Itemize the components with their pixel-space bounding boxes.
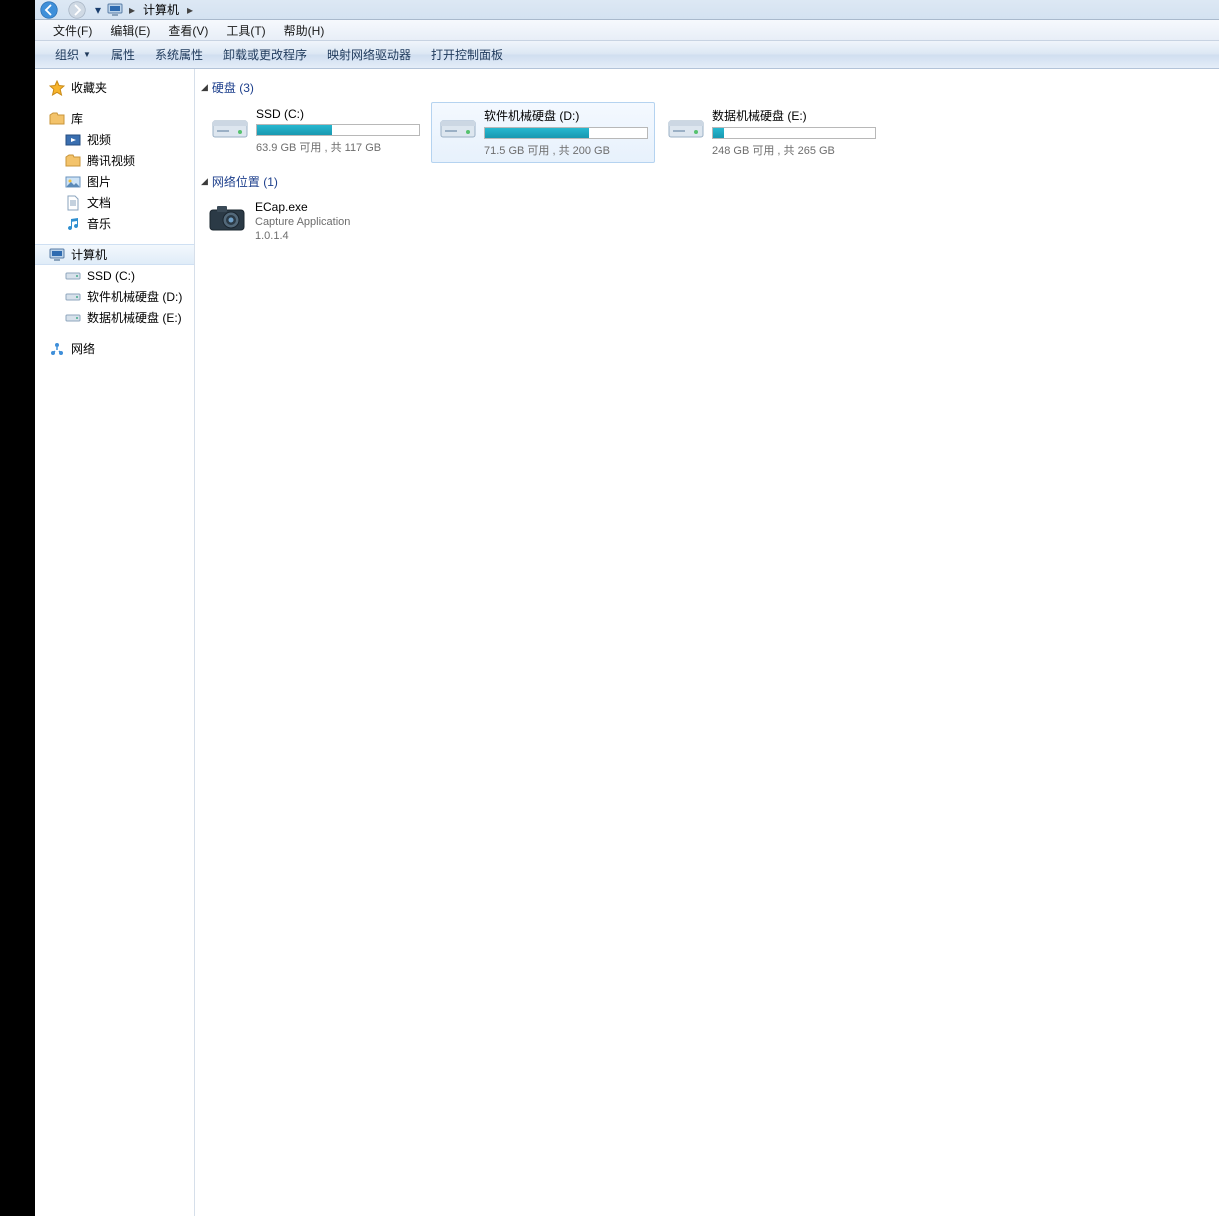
caret-down-icon: ▼ [83,50,91,59]
drive-icon [65,310,81,326]
nav-strip: ▾ ▸ 计算机 ▸ [35,0,1219,20]
network-items-list: ECap.exe Capture Application 1.0.1.4 [199,196,1215,246]
open-control-panel-button[interactable]: 打开控制面板 [421,42,513,67]
drive-item[interactable]: 软件机械硬盘 (D:) 71.5 GB 可用 , 共 200 GB [431,102,655,163]
menu-help[interactable]: 帮助(H) [276,20,333,41]
sidebar-item-drive-d[interactable]: 软件机械硬盘 (D:) [35,286,194,307]
chevron-right-icon[interactable]: ▸ [183,3,197,17]
properties-button[interactable]: 属性 [101,42,145,67]
organize-label: 组织 [55,46,79,63]
chevron-right-icon[interactable]: ▸ [125,3,139,17]
drive-icon [438,107,478,147]
sidebar-favorites-label: 收藏夹 [71,79,107,96]
menu-view[interactable]: 查看(V) [160,20,216,41]
menu-edit[interactable]: 编辑(E) [102,20,158,41]
computer-icon [49,247,65,263]
system-properties-button[interactable]: 系统属性 [145,42,213,67]
drive-usage-text: 71.5 GB 可用 , 共 200 GB [484,142,648,158]
network-item-desc: Capture Application [255,216,350,228]
drive-icon [666,107,706,147]
drive-name: 软件机械硬盘 (D:) [484,107,648,124]
sidebar-network-label: 网络 [71,340,95,357]
map-network-drive-button[interactable]: 映射网络驱动器 [317,42,421,67]
sidebar-item-label: 腾讯视频 [87,152,135,169]
uninstall-program-button[interactable]: 卸载或更改程序 [213,42,317,67]
network-item[interactable]: ECap.exe Capture Application 1.0.1.4 [203,196,503,246]
drive-info: SSD (C:) 63.9 GB 可用 , 共 117 GB [256,107,420,155]
navigation-pane: 收藏夹 库 视频 腾讯视频 图片 [35,69,195,1216]
sidebar-item-drive-c[interactable]: SSD (C:) [35,265,194,286]
usage-bar [712,127,876,139]
drive-name: SSD (C:) [256,107,420,121]
section-header-network[interactable]: ◢ 网络位置 (1) [199,171,1215,196]
sidebar-item-label: 视频 [87,131,111,148]
drive-item[interactable]: SSD (C:) 63.9 GB 可用 , 共 117 GB [203,102,427,163]
sidebar-item-label: 图片 [87,173,111,190]
computer-icon [107,2,123,18]
sidebar-item-videos[interactable]: 视频 [35,129,194,150]
sidebar-item-tencent-video[interactable]: 腾讯视频 [35,150,194,171]
drive-info: 数据机械硬盘 (E:) 248 GB 可用 , 共 265 GB [712,107,876,158]
sidebar-library[interactable]: 库 [35,108,194,129]
sidebar-computer[interactable]: 计算机 [35,244,194,265]
nav-history-dropdown[interactable]: ▾ [91,1,105,19]
sidebar-favorites[interactable]: 收藏夹 [35,77,194,98]
section-header-hdd[interactable]: ◢ 硬盘 (3) [199,77,1215,102]
pictures-icon [65,174,81,190]
music-icon [65,216,81,232]
folder-icon [65,153,81,169]
drive-name: 数据机械硬盘 (E:) [712,107,876,124]
camera-icon [207,200,247,236]
breadcrumb-location[interactable]: 计算机 [139,1,183,18]
sidebar-network[interactable]: 网络 [35,338,194,359]
sidebar-item-label: 数据机械硬盘 (E:) [87,309,182,326]
menu-tools[interactable]: 工具(T) [218,20,273,41]
document-icon [65,195,81,211]
usage-bar [256,124,420,136]
network-icon [49,341,65,357]
network-item-info: ECap.exe Capture Application 1.0.1.4 [255,200,350,242]
breadcrumb[interactable]: ▸ 计算机 ▸ [105,0,199,19]
sidebar-library-label: 库 [71,110,83,127]
section-title: 硬盘 (3) [212,79,254,96]
sidebar-item-pictures[interactable]: 图片 [35,171,194,192]
star-icon [49,80,65,96]
drive-item[interactable]: 数据机械硬盘 (E:) 248 GB 可用 , 共 265 GB [659,102,883,163]
drive-icon [65,268,81,284]
menu-bar: 文件(F) 编辑(E) 查看(V) 工具(T) 帮助(H) [35,20,1219,41]
body: 收藏夹 库 视频 腾讯视频 图片 [35,69,1219,1216]
section-title: 网络位置 (1) [212,173,278,190]
sidebar-computer-label: 计算机 [71,246,107,263]
content-pane: ◢ 硬盘 (3) SSD (C:) 63.9 GB 可用 , 共 117 GB 软件… [195,69,1219,1216]
usage-bar [484,127,648,139]
sidebar-item-music[interactable]: 音乐 [35,213,194,234]
sidebar-item-documents[interactable]: 文档 [35,192,194,213]
sidebar-item-drive-e[interactable]: 数据机械硬盘 (E:) [35,307,194,328]
drives-list: SSD (C:) 63.9 GB 可用 , 共 117 GB 软件机械硬盘 (D:)… [199,102,1215,163]
sidebar-item-label: 软件机械硬盘 (D:) [87,288,182,305]
drive-icon [210,107,250,147]
drive-usage-text: 63.9 GB 可用 , 共 117 GB [256,139,420,155]
video-icon [65,132,81,148]
back-button[interactable] [35,0,63,20]
explorer-window: ▾ ▸ 计算机 ▸ 文件(F) 编辑(E) 查看(V) 工具(T) 帮助(H) … [35,0,1219,1216]
command-bar: 组织 ▼ 属性 系统属性 卸载或更改程序 映射网络驱动器 打开控制面板 [35,41,1219,69]
drive-info: 软件机械硬盘 (D:) 71.5 GB 可用 , 共 200 GB [484,107,648,158]
library-icon [49,111,65,127]
drive-icon [65,289,81,305]
collapse-icon: ◢ [201,176,208,187]
drive-usage-text: 248 GB 可用 , 共 265 GB [712,142,876,158]
organize-button[interactable]: 组织 ▼ [45,42,101,67]
menu-file[interactable]: 文件(F) [45,20,100,41]
sidebar-item-label: 音乐 [87,215,111,232]
forward-button[interactable] [63,0,91,20]
sidebar-item-label: SSD (C:) [87,269,135,283]
collapse-icon: ◢ [201,82,208,93]
sidebar-item-label: 文档 [87,194,111,211]
network-item-version: 1.0.1.4 [255,230,350,242]
network-item-name: ECap.exe [255,200,350,214]
